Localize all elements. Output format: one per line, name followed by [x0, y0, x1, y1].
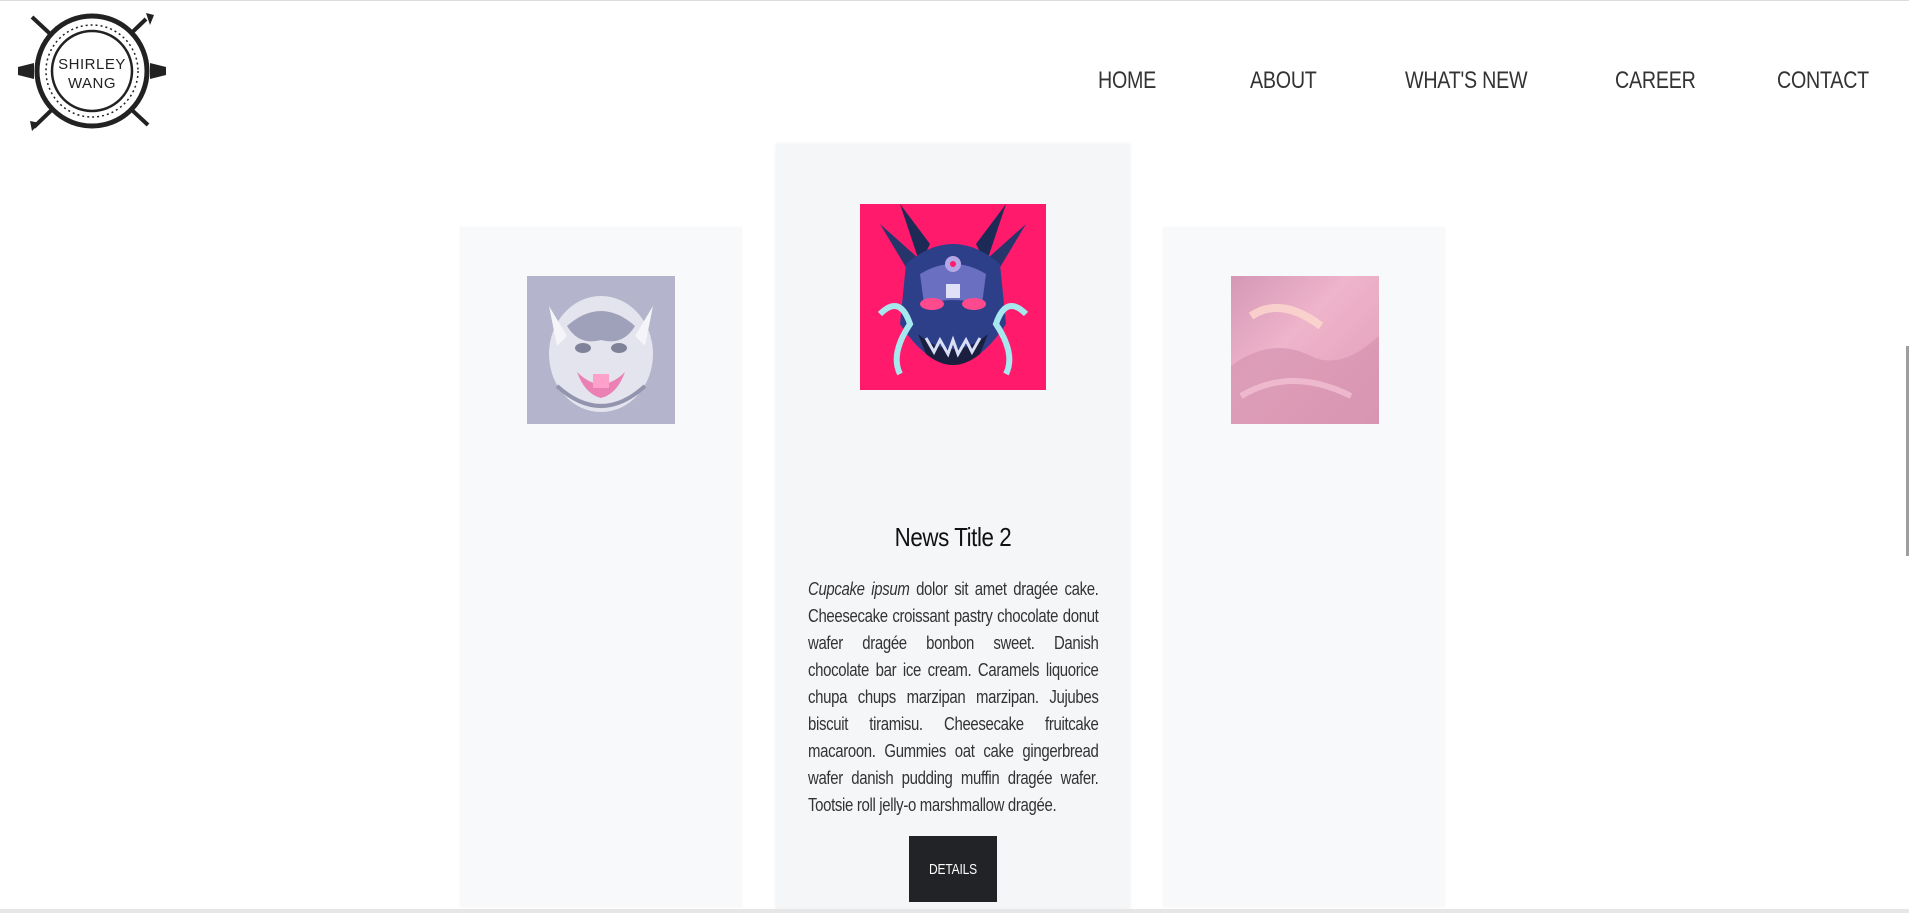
logo[interactable]: SHIRLEY WANG — [18, 9, 166, 133]
tiger-artwork-icon — [527, 276, 675, 424]
details-button[interactable]: DETAILS — [909, 836, 997, 902]
oni-mask-artwork-icon — [860, 204, 1046, 390]
logo-line2: WANG — [68, 75, 116, 92]
news-title: News Title 2 — [894, 522, 1012, 552]
details-button-label: DETAILS — [928, 860, 977, 878]
nav-whats-new[interactable]: WHAT'S NEW — [1405, 67, 1528, 95]
nav-about[interactable]: ABOUT — [1250, 67, 1317, 95]
nav-career[interactable]: CAREER — [1615, 67, 1696, 95]
pink-clouds-artwork-image[interactable] — [1231, 276, 1379, 424]
page: SHIRLEY WANG HOME ABOUT WHAT'S NEW CAREE… — [0, 0, 1909, 913]
bottom-edge — [0, 909, 1909, 913]
news-body-italic: Cupcake ipsum — [808, 579, 910, 599]
pink-clouds-artwork-icon — [1231, 276, 1379, 424]
news-card-left[interactable] — [460, 227, 742, 907]
news-card-right[interactable] — [1163, 227, 1445, 907]
oni-mask-artwork-image[interactable] — [860, 204, 1046, 390]
main-nav: HOME ABOUT WHAT'S NEW CAREER CONTACT — [1098, 67, 1869, 101]
news-body: Cupcake ipsum dolor sit amet dragée cake… — [808, 576, 1099, 819]
news-card-center[interactable]: News Title 2 Cupcake ipsum dolor sit ame… — [776, 144, 1130, 913]
nav-contact[interactable]: CONTACT — [1777, 67, 1869, 95]
logo-line1: SHIRLEY — [58, 56, 126, 73]
arrows-circle-logo-icon: SHIRLEY WANG — [18, 13, 166, 131]
tiger-artwork-image[interactable] — [527, 276, 675, 424]
news-body-text: dolor sit amet dragée cake. Cheesecake c… — [808, 579, 1099, 815]
nav-home[interactable]: HOME — [1098, 67, 1156, 95]
